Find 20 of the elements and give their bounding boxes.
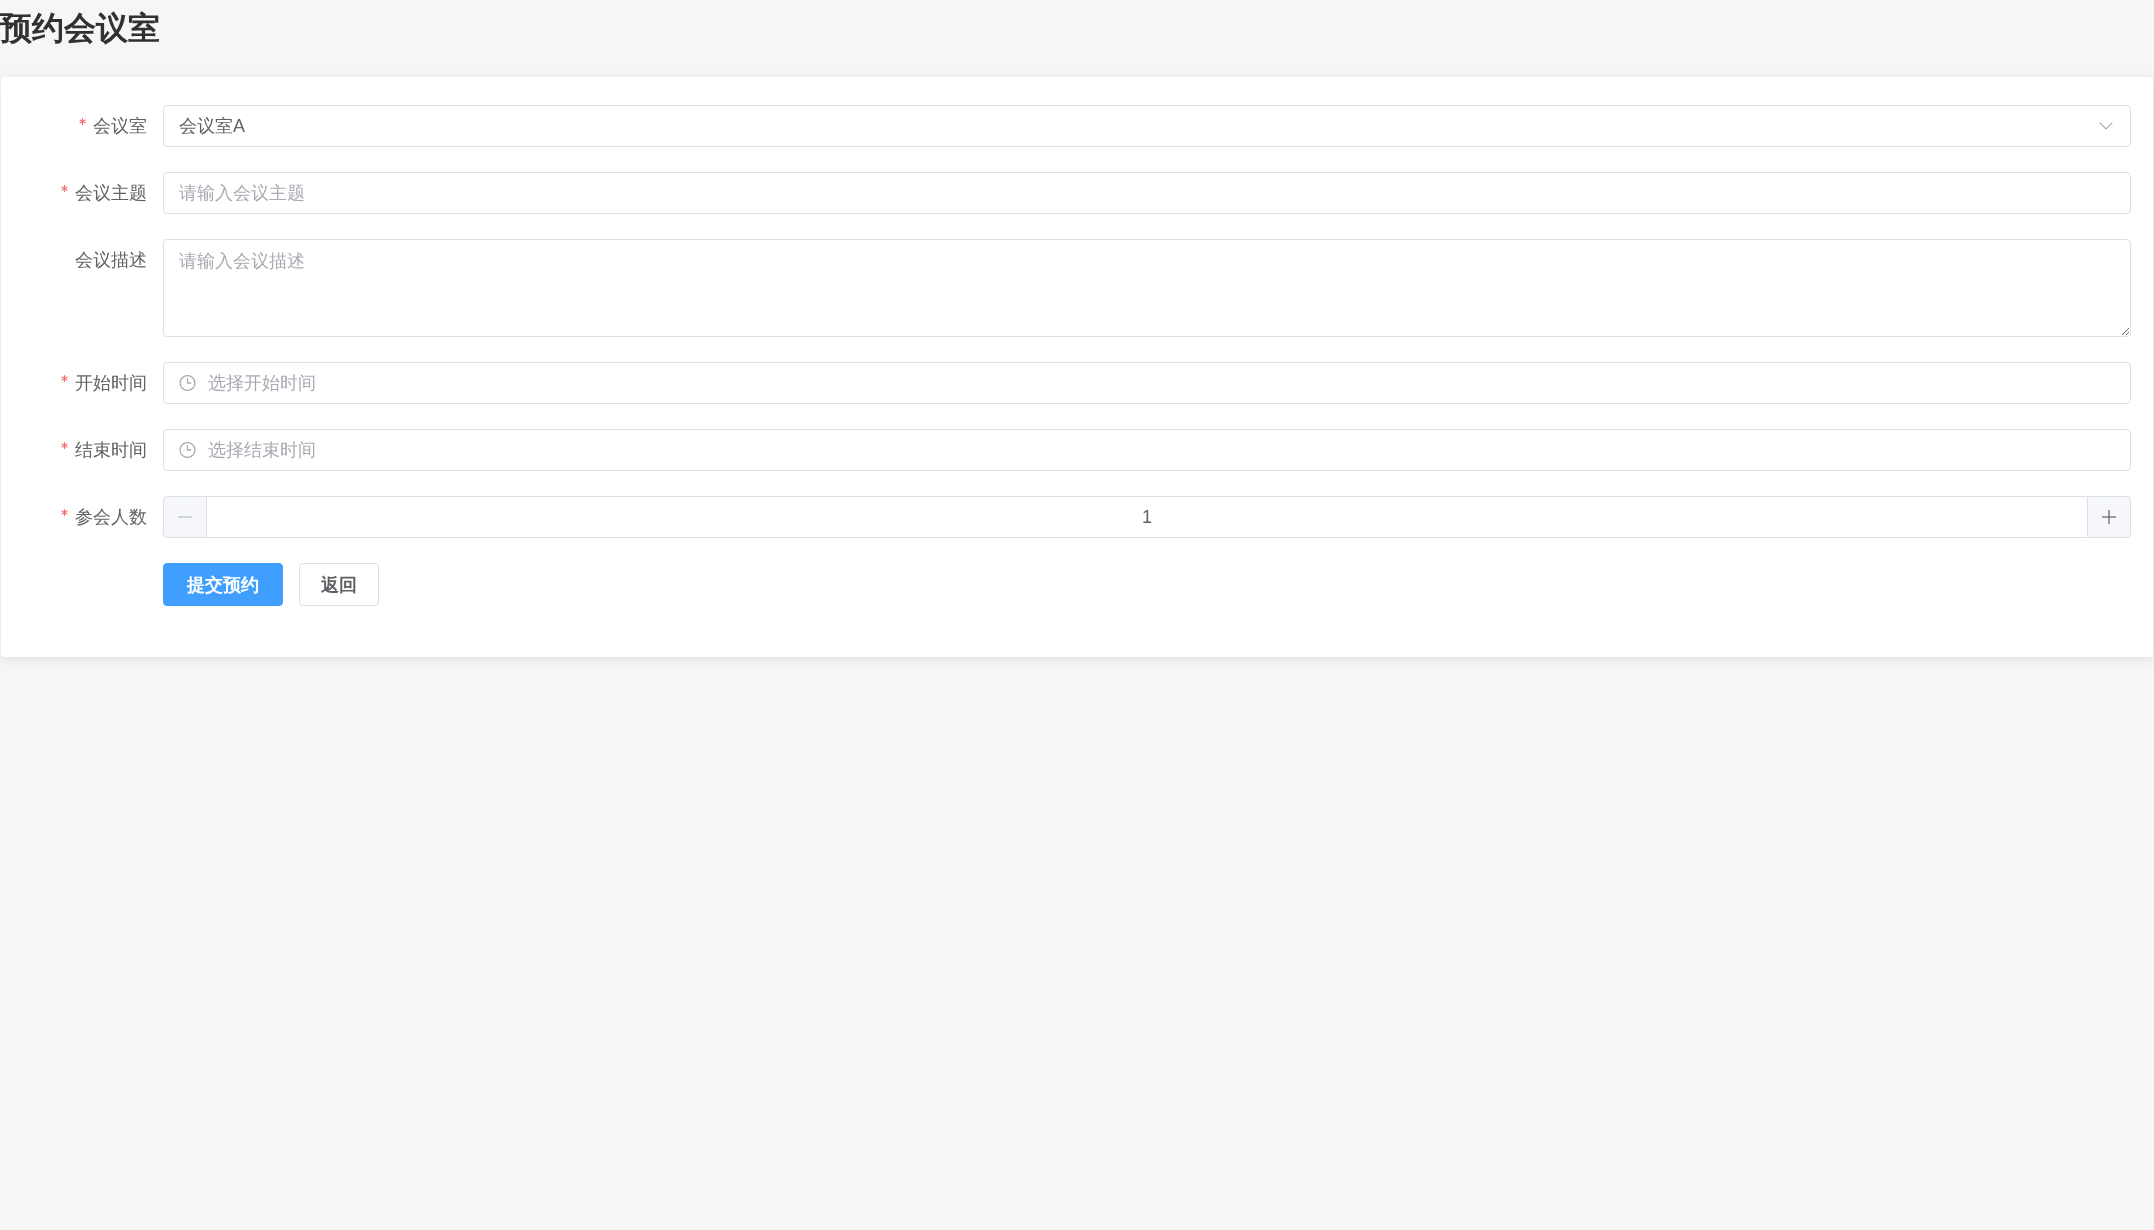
select-field[interactable]: 会议室A — [163, 105, 2131, 147]
time-picker[interactable]: 选择开始时间 — [163, 362, 2131, 404]
field-label: 结束时间 — [75, 439, 147, 462]
number-input[interactable]: 1 — [207, 496, 2087, 538]
clock-icon — [179, 441, 196, 459]
clock-icon — [179, 374, 196, 392]
page-title: 预约会议室 — [0, 9, 160, 46]
field-label: 会议室 — [93, 115, 147, 138]
time-picker[interactable]: 选择结束时间 — [163, 429, 2131, 471]
plus-icon — [2102, 510, 2116, 524]
minus-icon — [178, 516, 192, 518]
increase-button[interactable] — [2087, 496, 2131, 538]
field-label: 会议主题 — [75, 182, 147, 205]
text-input[interactable]: 请输入会议主题 — [163, 172, 2131, 214]
back-button[interactable]: 返回 — [299, 563, 379, 606]
field-label: 会议描述 — [75, 249, 147, 272]
chevron-down-icon — [2099, 122, 2113, 130]
field-label: 参会人数 — [75, 506, 147, 529]
textarea-field[interactable]: 请输入会议描述 — [163, 239, 2131, 337]
field-label: 开始时间 — [75, 372, 147, 395]
